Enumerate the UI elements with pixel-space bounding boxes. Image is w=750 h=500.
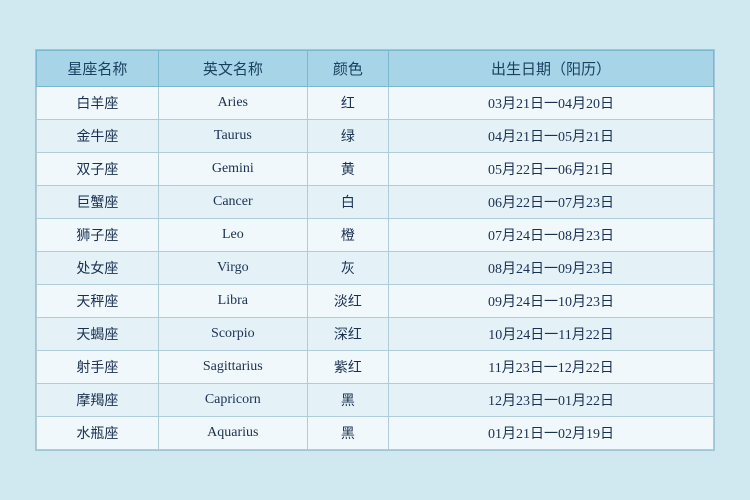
cell-date: 08月24日一09月23日 bbox=[389, 252, 714, 285]
cell-date: 10月24日一11月22日 bbox=[389, 318, 714, 351]
cell-chinese: 水瓶座 bbox=[37, 417, 159, 450]
cell-color: 灰 bbox=[307, 252, 388, 285]
cell-chinese: 白羊座 bbox=[37, 87, 159, 120]
cell-english: Libra bbox=[158, 285, 307, 318]
cell-color: 绿 bbox=[307, 120, 388, 153]
cell-english: Taurus bbox=[158, 120, 307, 153]
table-row: 巨蟹座Cancer白06月22日一07月23日 bbox=[37, 186, 714, 219]
cell-chinese: 狮子座 bbox=[37, 219, 159, 252]
cell-english: Sagittarius bbox=[158, 351, 307, 384]
cell-english: Virgo bbox=[158, 252, 307, 285]
cell-date: 12月23日一01月22日 bbox=[389, 384, 714, 417]
table-row: 双子座Gemini黄05月22日一06月21日 bbox=[37, 153, 714, 186]
cell-english: Aquarius bbox=[158, 417, 307, 450]
cell-date: 06月22日一07月23日 bbox=[389, 186, 714, 219]
cell-date: 05月22日一06月21日 bbox=[389, 153, 714, 186]
cell-english: Scorpio bbox=[158, 318, 307, 351]
header-color: 颜色 bbox=[307, 51, 388, 87]
cell-english: Leo bbox=[158, 219, 307, 252]
cell-chinese: 双子座 bbox=[37, 153, 159, 186]
cell-chinese: 金牛座 bbox=[37, 120, 159, 153]
cell-color: 橙 bbox=[307, 219, 388, 252]
cell-english: Aries bbox=[158, 87, 307, 120]
cell-date: 04月21日一05月21日 bbox=[389, 120, 714, 153]
cell-date: 07月24日一08月23日 bbox=[389, 219, 714, 252]
table-row: 摩羯座Capricorn黑12月23日一01月22日 bbox=[37, 384, 714, 417]
cell-color: 黑 bbox=[307, 384, 388, 417]
table-row: 狮子座Leo橙07月24日一08月23日 bbox=[37, 219, 714, 252]
cell-date: 11月23日一12月22日 bbox=[389, 351, 714, 384]
cell-color: 黄 bbox=[307, 153, 388, 186]
cell-chinese: 射手座 bbox=[37, 351, 159, 384]
header-english: 英文名称 bbox=[158, 51, 307, 87]
header-date: 出生日期（阳历） bbox=[389, 51, 714, 87]
table-header-row: 星座名称 英文名称 颜色 出生日期（阳历） bbox=[37, 51, 714, 87]
cell-color: 红 bbox=[307, 87, 388, 120]
cell-date: 03月21日一04月20日 bbox=[389, 87, 714, 120]
cell-english: Cancer bbox=[158, 186, 307, 219]
cell-color: 紫红 bbox=[307, 351, 388, 384]
cell-chinese: 天蝎座 bbox=[37, 318, 159, 351]
zodiac-table: 星座名称 英文名称 颜色 出生日期（阳历） 白羊座Aries红03月21日一04… bbox=[36, 50, 714, 450]
cell-color: 深红 bbox=[307, 318, 388, 351]
table-row: 白羊座Aries红03月21日一04月20日 bbox=[37, 87, 714, 120]
cell-chinese: 巨蟹座 bbox=[37, 186, 159, 219]
cell-date: 01月21日一02月19日 bbox=[389, 417, 714, 450]
cell-date: 09月24日一10月23日 bbox=[389, 285, 714, 318]
table-row: 天秤座Libra淡红09月24日一10月23日 bbox=[37, 285, 714, 318]
cell-color: 淡红 bbox=[307, 285, 388, 318]
cell-color: 黑 bbox=[307, 417, 388, 450]
table-row: 天蝎座Scorpio深红10月24日一11月22日 bbox=[37, 318, 714, 351]
table-row: 金牛座Taurus绿04月21日一05月21日 bbox=[37, 120, 714, 153]
header-chinese: 星座名称 bbox=[37, 51, 159, 87]
table-row: 处女座Virgo灰08月24日一09月23日 bbox=[37, 252, 714, 285]
cell-chinese: 天秤座 bbox=[37, 285, 159, 318]
cell-chinese: 处女座 bbox=[37, 252, 159, 285]
zodiac-table-container: 星座名称 英文名称 颜色 出生日期（阳历） 白羊座Aries红03月21日一04… bbox=[35, 49, 715, 451]
cell-color: 白 bbox=[307, 186, 388, 219]
cell-english: Gemini bbox=[158, 153, 307, 186]
cell-english: Capricorn bbox=[158, 384, 307, 417]
cell-chinese: 摩羯座 bbox=[37, 384, 159, 417]
table-row: 水瓶座Aquarius黑01月21日一02月19日 bbox=[37, 417, 714, 450]
table-row: 射手座Sagittarius紫红11月23日一12月22日 bbox=[37, 351, 714, 384]
